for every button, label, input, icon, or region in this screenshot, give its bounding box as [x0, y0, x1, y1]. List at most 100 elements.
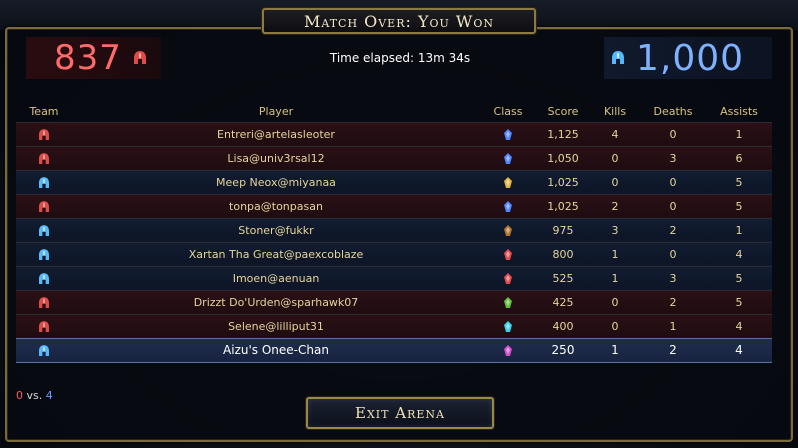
assists-cell: 5: [706, 265, 772, 290]
table-row: tonpa@tonpasan 1,025 2 0 5: [16, 193, 772, 218]
red-score-value: 837: [54, 38, 122, 78]
table-row: Imoen@aenuan 525 1 3 5: [16, 265, 772, 290]
red-blade-icon: [502, 272, 514, 285]
blue-helmet-icon: [612, 51, 624, 65]
score-cell: 425: [536, 289, 590, 314]
blue-wizard-icon: [502, 200, 514, 213]
assists-cell: 5: [706, 193, 772, 218]
team-cell: [16, 289, 72, 314]
score-cell: 400: [536, 313, 590, 338]
red-helmet-icon: [39, 296, 49, 309]
versus-label: vs.: [26, 389, 43, 402]
cyan-crystal-icon: [502, 320, 514, 333]
blue-wizard-icon: [502, 152, 514, 165]
title-plate: Match Over: You Won: [262, 8, 536, 34]
player-name[interactable]: Xartan Tha Great@paexcoblaze: [72, 241, 480, 266]
table-row: Meep Neox@miyanaa 1,025 0 0 5: [16, 169, 772, 194]
kills-cell: 0: [590, 145, 640, 170]
blue-helmet-icon: [39, 176, 49, 189]
score-cell: 975: [536, 217, 590, 242]
player-name[interactable]: Selene@lilliput31: [72, 313, 480, 338]
table-row: Selene@lilliput31 400 0 1 4: [16, 313, 772, 338]
assists-cell: 5: [706, 289, 772, 314]
team-cell: [16, 241, 72, 266]
deaths-cell: 2: [640, 217, 706, 242]
class-cell: [480, 241, 536, 266]
player-name[interactable]: Drizzt Do'Urden@sparhawk07: [72, 289, 480, 314]
red-blade-icon: [502, 248, 514, 261]
deaths-cell: 0: [640, 241, 706, 266]
table-header-row: Team Player Class Score Kills Deaths Ass…: [16, 102, 772, 122]
deaths-cell: 3: [640, 145, 706, 170]
table-row: Lisa@univ3rsal12 1,050 0 3 6: [16, 145, 772, 170]
kills-cell: 2: [590, 193, 640, 218]
team-cell: [16, 193, 72, 218]
red-helmet-icon: [39, 320, 49, 333]
column-header-class: Class: [493, 105, 523, 119]
kills-cell: 1: [590, 241, 640, 266]
blue-wizard-icon: [502, 128, 514, 141]
page-title: Match Over: You Won: [303, 11, 495, 31]
green-arrow-icon: [502, 296, 514, 309]
table-row: Aizu's Onee-Chan 250 1 2 4: [16, 337, 772, 363]
exit-arena-label: Exit Arena: [355, 404, 445, 422]
pink-star-icon: [502, 344, 514, 357]
table-row: Entreri@artelasleoter 1,125 4 0 1: [16, 121, 772, 146]
assists-cell: 1: [706, 217, 772, 242]
deaths-cell: 0: [640, 121, 706, 146]
score-cell: 1,050: [536, 145, 590, 170]
kills-cell: 0: [590, 313, 640, 338]
column-header-kills: Kills: [603, 105, 627, 119]
column-header-assists: Assists: [720, 105, 758, 119]
column-header-deaths: Deaths: [653, 105, 693, 119]
blue-helmet-icon: [39, 248, 49, 261]
blue-score-value: 1,000: [636, 37, 745, 79]
team-cell: [16, 145, 72, 170]
assists-cell: 1: [706, 121, 772, 146]
deaths-cell: 1: [640, 313, 706, 338]
player-name[interactable]: Stoner@fukkr: [72, 217, 480, 242]
team-cell: [16, 169, 72, 194]
class-cell: [480, 121, 536, 146]
team-cell: [16, 265, 72, 290]
kills-cell: 1: [590, 337, 640, 363]
gold-shield-icon: [502, 176, 514, 189]
class-cell: [480, 265, 536, 290]
exit-arena-button[interactable]: Exit Arena: [306, 397, 494, 429]
player-name[interactable]: Entreri@artelasleoter: [72, 121, 480, 146]
team-cell: [16, 337, 72, 363]
class-cell: [480, 337, 536, 363]
team-cell: [16, 121, 72, 146]
class-cell: [480, 313, 536, 338]
score-cell: 1,125: [536, 121, 590, 146]
blue-helmet-icon: [39, 272, 49, 285]
column-header-score: Score: [547, 105, 579, 119]
kills-cell: 3: [590, 217, 640, 242]
assists-cell: 6: [706, 145, 772, 170]
class-cell: [480, 289, 536, 314]
column-header-team: Team: [29, 105, 59, 119]
player-name[interactable]: Lisa@univ3rsal12: [72, 145, 480, 170]
player-name[interactable]: Aizu's Onee-Chan: [72, 337, 480, 363]
class-cell: [480, 145, 536, 170]
class-cell: [480, 217, 536, 242]
scoreboard-table: Team Player Class Score Kills Deaths Ass…: [16, 102, 772, 363]
team-cell: [16, 217, 72, 242]
assists-cell: 5: [706, 169, 772, 194]
bronze-chest-icon: [502, 224, 514, 237]
assists-cell: 4: [706, 337, 772, 363]
kills-cell: 4: [590, 121, 640, 146]
red-helmet-icon: [39, 128, 49, 141]
player-name[interactable]: tonpa@tonpasan: [72, 193, 480, 218]
team-count-versus: 0 vs. 4: [16, 389, 53, 402]
player-name[interactable]: Imoen@aenuan: [72, 265, 480, 290]
deaths-cell: 0: [640, 193, 706, 218]
blue-team-score: 1,000: [604, 37, 772, 79]
time-elapsed: Time elapsed: 13m 34s: [329, 51, 471, 65]
class-cell: [480, 169, 536, 194]
red-helmet-icon: [133, 51, 146, 65]
assists-cell: 4: [706, 313, 772, 338]
player-name[interactable]: Meep Neox@miyanaa: [72, 169, 480, 194]
column-header-player: Player: [258, 105, 294, 119]
table-row: Xartan Tha Great@paexcoblaze 800 1 0 4: [16, 241, 772, 266]
